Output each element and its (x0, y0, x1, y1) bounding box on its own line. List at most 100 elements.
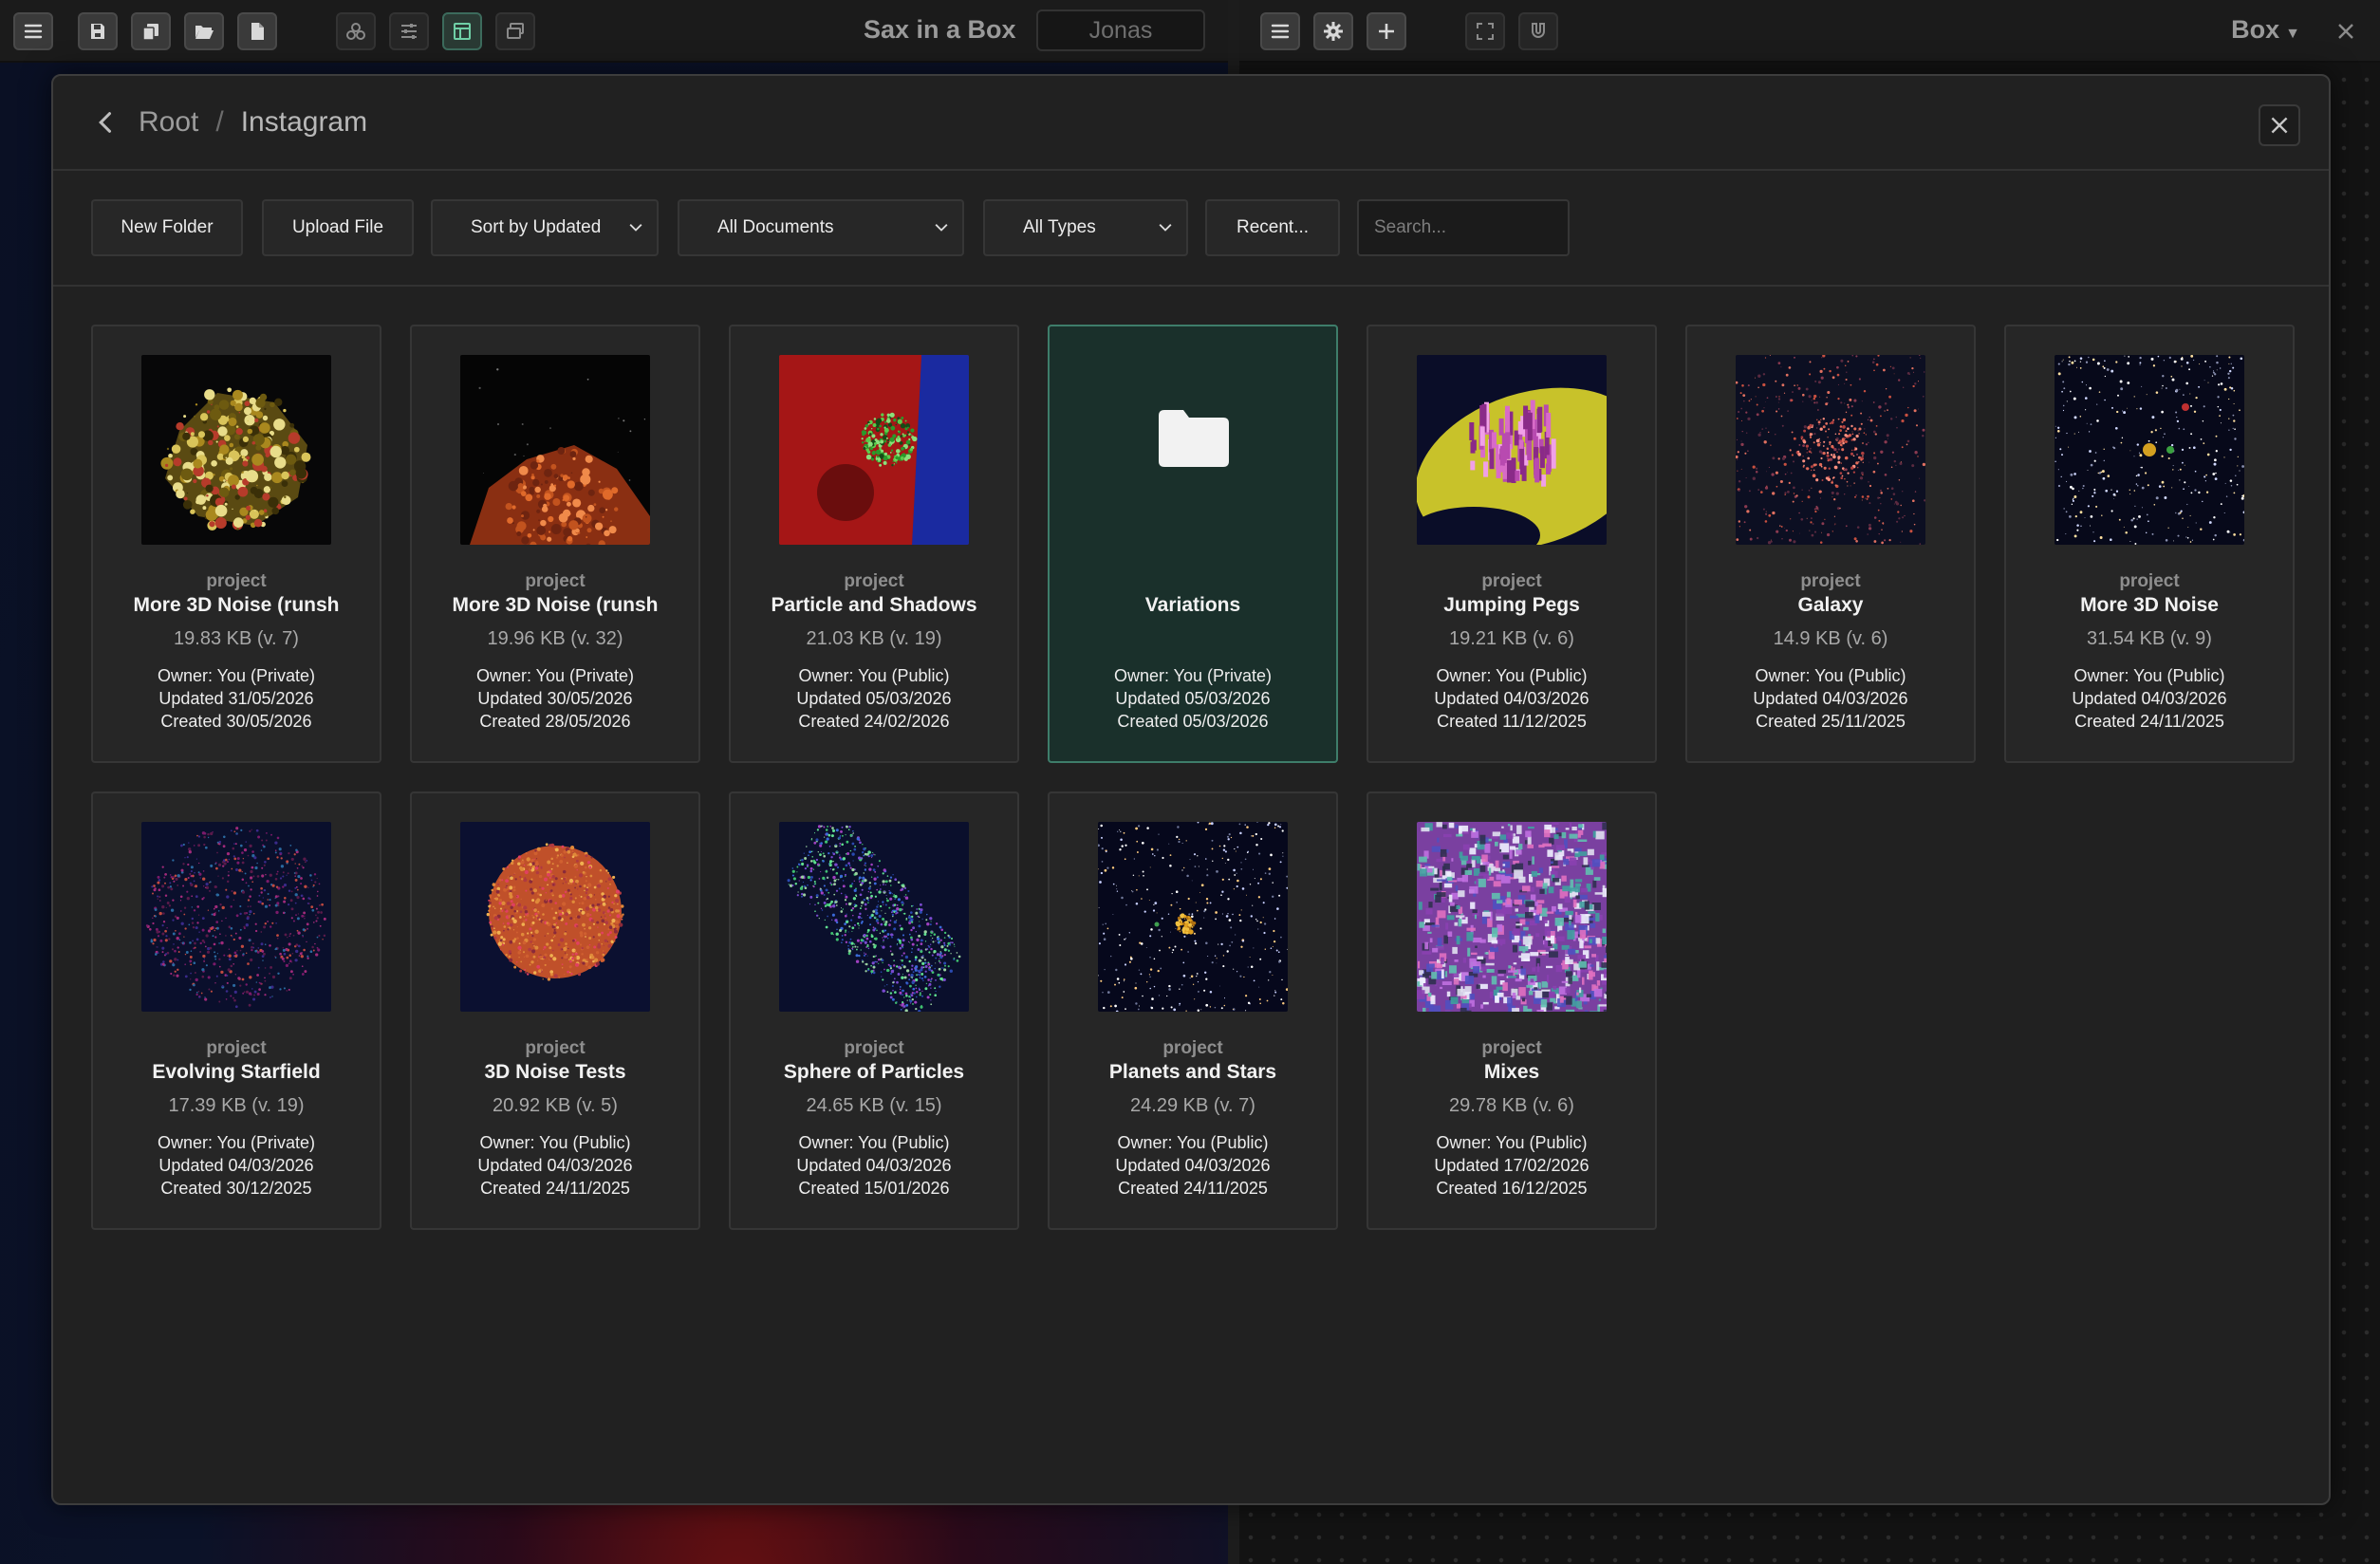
user-name-field[interactable]: Jonas (1036, 9, 1205, 51)
project-thumbnail (1098, 822, 1288, 1012)
right-panel-toolbar: Box ▼ (1239, 0, 2380, 63)
project-card[interactable]: project 3D Noise Tests 20.92 KB (v. 5) O… (410, 791, 700, 1230)
item-size: 31.54 KB (v. 9) (2087, 628, 2212, 649)
item-created: Created 30/05/2026 (160, 712, 312, 731)
project-card[interactable]: project Mixes 29.78 KB (v. 6) Owner: You… (1367, 791, 1657, 1230)
sort-select-value: Sort by Updated (471, 217, 602, 237)
item-type: project (1481, 571, 1542, 591)
item-size: 24.29 KB (v. 7) (1130, 1095, 1255, 1116)
settings-button[interactable] (1313, 12, 1353, 50)
recent-button[interactable]: Recent... (1205, 199, 1340, 256)
project-card[interactable]: project More 3D Noise 31.54 KB (v. 9) Ow… (2004, 325, 2295, 763)
snap-button[interactable] (1518, 12, 1558, 50)
project-card[interactable]: project Sphere of Particles 24.65 KB (v.… (729, 791, 1019, 1230)
item-type: project (206, 571, 267, 591)
item-updated: Updated 04/03/2026 (1434, 689, 1590, 708)
file-toolbar: New Folder Upload File Sort by Updated A… (53, 171, 2329, 287)
modal-close-button[interactable] (2259, 104, 2300, 146)
new-folder-button[interactable]: New Folder (91, 199, 243, 256)
search-input[interactable]: Search... (1357, 199, 1570, 256)
menu-button[interactable] (13, 12, 53, 50)
copy-icon (142, 24, 158, 41)
document-icon (251, 23, 264, 40)
open-button[interactable] (184, 12, 224, 50)
close-panel-button[interactable] (2327, 12, 2365, 50)
item-name: More 3D Noise (runsh (133, 594, 340, 616)
item-updated: Updated 31/05/2026 (158, 689, 314, 708)
item-meta: Owner: You (Private) Updated 04/03/2026 … (93, 1131, 380, 1200)
item-meta: Owner: You (Public) Updated 05/03/2026 C… (731, 664, 1017, 733)
documents-filter-select[interactable]: All Documents (678, 199, 964, 256)
nodes-icon (346, 23, 365, 40)
duplicate-button[interactable] (131, 12, 171, 50)
item-size: 19.96 KB (v. 32) (487, 628, 623, 649)
item-created: Created 25/11/2025 (1756, 712, 1906, 731)
item-type: project (2119, 571, 2180, 591)
item-created: Created 05/03/2026 (1117, 712, 1269, 731)
types-filter-select[interactable]: All Types (983, 199, 1188, 256)
project-card[interactable]: project Particle and Shadows 21.03 KB (v… (729, 325, 1019, 763)
item-size: 29.78 KB (v. 6) (1449, 1095, 1574, 1116)
chevron-down-icon (1159, 224, 1172, 232)
caret-down-icon: ▼ (2285, 26, 2300, 42)
breadcrumb-current: Instagram (240, 106, 368, 138)
item-type: project (525, 1038, 586, 1058)
plus-icon (1379, 24, 1394, 39)
item-created: Created 24/11/2025 (1118, 1179, 1268, 1198)
gear-icon (1324, 22, 1343, 41)
modal-header: Root / Instagram (53, 76, 2329, 171)
panel-selector-label: Box (2231, 15, 2280, 44)
item-owner: Owner: You (Public) (1436, 1133, 1588, 1152)
sort-select[interactable]: Sort by Updated (431, 199, 659, 256)
item-owner: Owner: You (Private) (475, 666, 635, 685)
project-card[interactable]: project Jumping Pegs 19.21 KB (v. 6) Own… (1367, 325, 1657, 763)
item-meta: Owner: You (Private) Updated 30/05/2026 … (412, 664, 698, 733)
item-created: Created 24/02/2026 (798, 712, 950, 731)
item-meta: Owner: You (Public) Updated 04/03/2026 C… (412, 1131, 698, 1200)
item-meta: Owner: You (Public) Updated 04/03/2026 C… (731, 1131, 1017, 1200)
breadcrumb-root[interactable]: Root (139, 106, 198, 139)
layout-button[interactable] (442, 12, 482, 50)
item-updated: Updated 04/03/2026 (477, 1156, 633, 1175)
close-icon (2338, 24, 2353, 39)
item-owner: Owner: You (Public) (479, 1133, 631, 1152)
item-updated: Updated 04/03/2026 (1115, 1156, 1271, 1175)
project-thumbnail (779, 822, 969, 1012)
item-type: project (844, 1038, 904, 1058)
project-thumbnail (460, 822, 650, 1012)
item-name: Sphere of Particles (783, 1061, 965, 1083)
windows-button[interactable] (495, 12, 535, 50)
project-card[interactable]: project Evolving Starfield 17.39 KB (v. … (91, 791, 381, 1230)
chevron-down-icon (935, 224, 948, 232)
project-thumbnail (460, 355, 650, 545)
project-card[interactable]: project More 3D Noise (runsh 19.96 KB (v… (410, 325, 700, 763)
mixer-button[interactable] (389, 12, 429, 50)
item-updated: Updated 04/03/2026 (2072, 689, 2227, 708)
project-card[interactable]: project Galaxy 14.9 KB (v. 6) Owner: You… (1685, 325, 1976, 763)
project-thumbnail (141, 822, 331, 1012)
folder-card[interactable]: Variations Owner: You (Private) Updated … (1048, 325, 1338, 763)
item-owner: Owner: You (Public) (1436, 666, 1588, 685)
new-document-button[interactable] (237, 12, 277, 50)
item-meta: Owner: You (Public) Updated 17/02/2026 C… (1368, 1131, 1655, 1200)
fullscreen-button[interactable] (1465, 12, 1505, 50)
item-owner: Owner: You (Public) (798, 1133, 950, 1152)
upload-file-button[interactable]: Upload File (262, 199, 414, 256)
item-size: 19.83 KB (v. 7) (174, 628, 299, 649)
project-card[interactable]: project More 3D Noise (runsh 19.83 KB (v… (91, 325, 381, 763)
project-card[interactable]: project Planets and Stars 24.29 KB (v. 7… (1048, 791, 1338, 1230)
project-thumbnail (1736, 355, 1925, 545)
back-button[interactable] (93, 108, 121, 137)
nodes-button[interactable] (336, 12, 376, 50)
save-button[interactable] (78, 12, 118, 50)
project-thumbnail (141, 355, 331, 545)
panel-menu-button[interactable] (1260, 12, 1300, 50)
item-size: 20.92 KB (v. 5) (493, 1095, 618, 1116)
item-updated: Updated 04/03/2026 (796, 1156, 952, 1175)
project-thumbnail (779, 355, 969, 545)
item-updated: Updated 17/02/2026 (1434, 1156, 1590, 1175)
panel-selector[interactable]: Box ▼ (2231, 15, 2300, 45)
magnet-icon (1532, 23, 1545, 38)
add-button[interactable] (1367, 12, 1406, 50)
close-icon (2271, 117, 2288, 134)
